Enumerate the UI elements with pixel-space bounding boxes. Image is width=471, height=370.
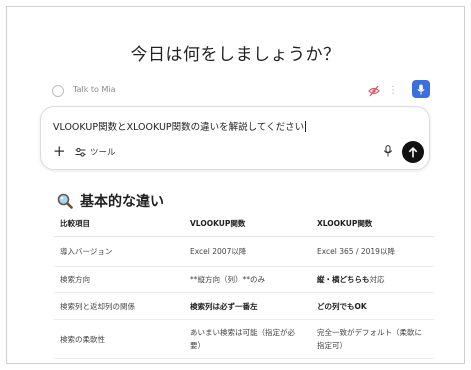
eye-slash-icon[interactable] [367,84,381,98]
send-button[interactable] [402,141,424,163]
magnifier-icon [57,193,73,209]
table-cell: 完全一致がデフォルト（柔軟に指定可） [311,319,434,359]
section-heading-text: 基本的な違い [80,194,164,210]
arrow-up-icon [408,146,418,157]
table-row: 検索方向 **縦方向（列）**のみ 縦・横どちらも対応 [54,266,434,293]
table-row: 検索の柔軟性 あいまい検索は可能（指定が必要） 完全一致がデフォルト（柔軟に指定… [54,319,434,359]
talk-toggle-icon[interactable] [52,85,64,97]
prompt-input-box[interactable]: VLOOKUP関数とXLOOKUP関数の違いを解説してください + ツール [40,106,430,170]
section-heading: 基本的な違い [57,191,164,211]
table-cell: 導入バージョン [54,236,184,267]
table-cell: 縦・横どちらも対応 [311,266,434,293]
tools-label: ツール [90,148,116,158]
microphone-icon[interactable] [383,145,393,157]
talk-row: Talk to Mia ⋮ [51,80,431,100]
table-cell: 検索の柔軟性 [54,319,184,359]
table-cell: 検索方向 [54,266,184,293]
table-header-cell: VLOOKUP関数 [184,213,311,237]
more-options-icon[interactable]: ⋮ [388,84,398,98]
table-header-cell: 比較項目 [54,213,184,237]
prompt-input[interactable]: VLOOKUP関数とXLOOKUP関数の違いを解説してください [53,119,307,133]
cell-text: 対応 [369,275,385,284]
table-cell: Excel 365 / 2019以降 [311,236,434,267]
table-row: 導入バージョン Excel 2007以降 Excel 365 / 2019以降 [54,236,434,267]
app-frame: 今日は何をしましょうか？ Talk to Mia ⋮ VLOOKUP関数とXLO… [6,6,465,364]
voice-button[interactable] [412,80,430,98]
table-cell: どの列でもOK [311,292,434,320]
text-caret [305,121,307,132]
sliders-icon [75,147,86,157]
table-row: 検索列と返却列の関係 検索列は必ず一番左 どの列でもOK [54,292,434,320]
plus-icon[interactable]: + [53,143,66,159]
bold-text: 縦・横どちらも [317,275,370,284]
prompt-text: VLOOKUP関数とXLOOKUP関数の違いを解説してください [53,122,305,133]
tools-button[interactable]: ツール [75,146,116,158]
microphone-icon [417,84,425,94]
table-cell: 検索列は必ず一番左 [184,292,311,320]
table-cell: あいまい検索は可能（指定が必要） [184,319,311,359]
table-cell: Excel 2007以降 [184,236,311,267]
comparison-table: 比較項目 VLOOKUP関数 XLOOKUP関数 導入バージョン Excel 2… [54,213,434,359]
talk-label[interactable]: Talk to Mia [73,85,115,94]
table-header-cell: XLOOKUP関数 [311,213,434,237]
table-cell: **縦方向（列）**のみ [184,266,311,293]
table-header-row: 比較項目 VLOOKUP関数 XLOOKUP関数 [54,213,434,237]
table-cell: 検索列と返却列の関係 [54,292,184,320]
page-title: 今日は何をしましょうか？ [130,45,341,65]
